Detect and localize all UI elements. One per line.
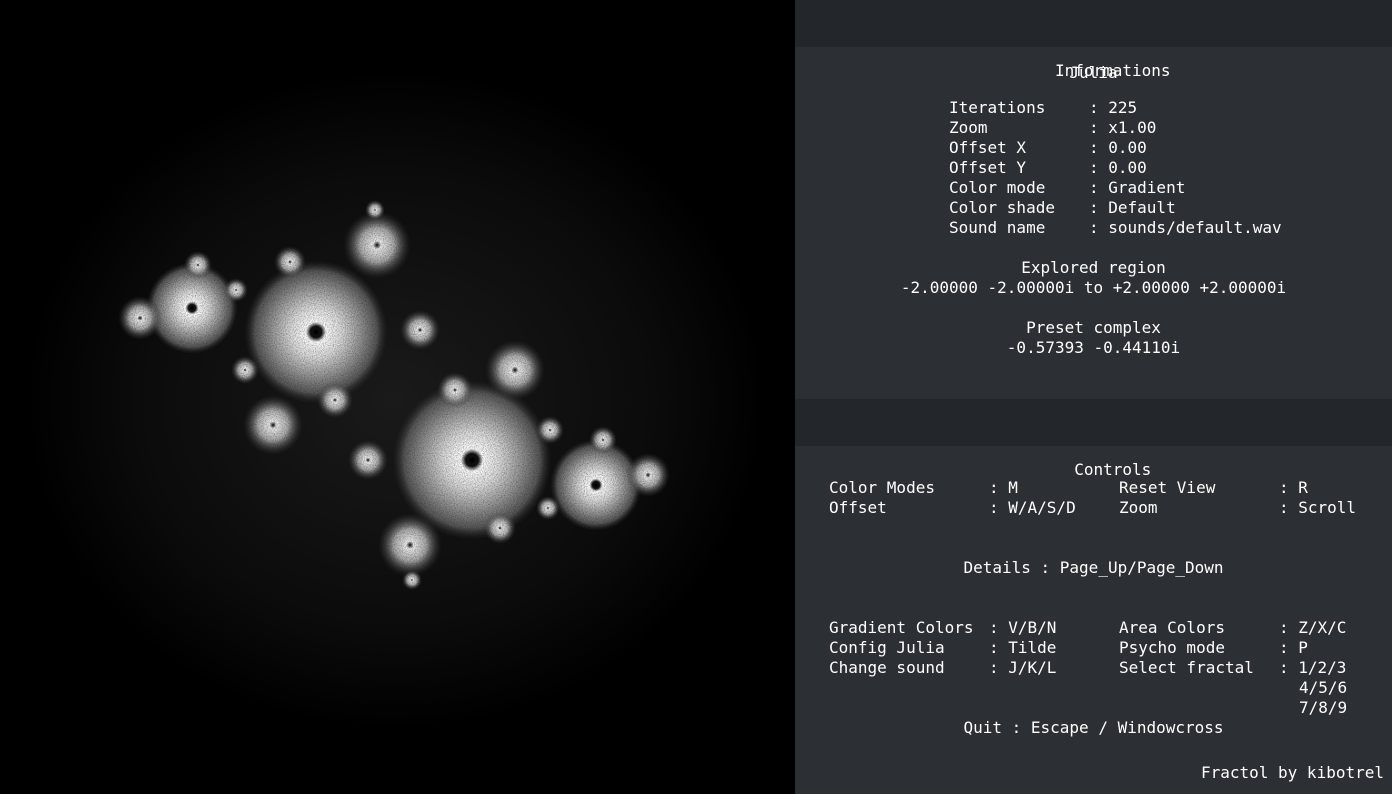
fractal-bulb <box>231 356 259 384</box>
control-gradient-colors-value: V/B/N <box>1008 618 1057 637</box>
fractal-bulb <box>485 340 545 400</box>
control-gradient-colors-label: Gradient Colors <box>829 618 974 637</box>
control-quit: Quit : Escape / Windowcross <box>963 718 1224 737</box>
controls-title: Controls <box>1074 460 1152 479</box>
info-panel: Informations Julia Iterations : 225 Zoom : … <box>795 0 1392 794</box>
control-psycho-mode-label: Psycho mode <box>1119 638 1225 657</box>
fractal-canvas[interactable] <box>0 0 795 794</box>
informations-header: Informations <box>795 0 1392 80</box>
fractal-bulb <box>378 513 442 577</box>
footer-credit: Fractol by kibotrel <box>1200 763 1384 782</box>
control-change-sound-value: J/K/L <box>1008 658 1057 677</box>
fractal-bulb <box>536 496 560 520</box>
explored-region-title: Explored region <box>1021 258 1166 277</box>
control-config-julia-key: : Tilde <box>989 638 1057 657</box>
control-config-julia-label: Config Julia <box>829 638 945 657</box>
info-row-value-text: 0.00 <box>1108 158 1147 177</box>
fractal-bulb <box>274 246 306 278</box>
controls-header: Controls <box>795 399 1392 479</box>
control-offset-value: W/A/S/D <box>1008 498 1076 517</box>
control-offset-key: : W/A/S/D <box>989 498 1076 517</box>
explored-region-value: -2.00000 -2.00000i to +2.00000 +2.00000i <box>900 278 1287 297</box>
info-row-value: : 0.00 <box>1089 138 1147 157</box>
control-select-fractal-key: : 1/2/3 <box>1279 658 1347 677</box>
info-row-value: : x1.00 <box>1089 118 1157 137</box>
control-config-julia-value: Tilde <box>1008 638 1057 657</box>
control-change-sound-key: : J/K/L <box>989 658 1057 677</box>
fractal-bulb <box>348 440 388 480</box>
fractal-bulb <box>400 310 440 350</box>
fractal-bulb <box>317 382 353 418</box>
fractal-bulb <box>343 211 411 279</box>
control-area-colors-value: Z/X/C <box>1298 618 1347 637</box>
fractal-bulb <box>626 453 670 497</box>
info-row-value-text: Default <box>1108 198 1176 217</box>
fractal-bulb <box>550 439 642 531</box>
preset-complex-title: Preset complex <box>1026 318 1161 337</box>
preset-complex-value: -0.57393 -0.44110i <box>1006 338 1181 357</box>
control-area-colors-label: Area Colors <box>1119 618 1225 637</box>
control-psycho-mode-key: : P <box>1279 638 1308 657</box>
info-row-label: Color mode <box>949 178 1046 197</box>
info-row-label: Iterations <box>949 98 1046 117</box>
fractal-bulb <box>243 395 303 455</box>
control-color-modes-key: : M <box>989 478 1018 497</box>
control-zoom-key: : Scroll <box>1279 498 1357 517</box>
control-offset-label: Offset <box>829 498 887 517</box>
info-row-value-text: 225 <box>1108 98 1138 117</box>
info-row-label: Sound name <box>949 218 1046 237</box>
control-psycho-mode-value: P <box>1298 638 1308 657</box>
info-row-label: Zoom <box>949 118 988 137</box>
info-row-value-text: x1.00 <box>1108 118 1157 137</box>
control-details: Details : Page_Up/Page_Down <box>963 558 1224 577</box>
fractal-bulb <box>437 372 473 408</box>
info-row-label: Offset X <box>949 138 1027 157</box>
control-area-colors-key: : Z/X/C <box>1279 618 1347 637</box>
control-reset-view-key: : R <box>1279 478 1308 497</box>
fractal-bulb <box>184 251 212 279</box>
control-zoom-label: Zoom <box>1119 498 1158 517</box>
info-row-value-text: Gradient <box>1108 178 1186 197</box>
control-select-fractal-more-1: 4/5/6 <box>1299 678 1348 697</box>
control-zoom-value: Scroll <box>1298 498 1357 517</box>
control-color-modes-value: M <box>1008 478 1018 497</box>
fractal-name: Julia <box>1069 63 1118 82</box>
control-select-fractal-value: 1/2/3 <box>1298 658 1347 677</box>
fractal-bulb <box>365 200 385 220</box>
info-row-value: : Default <box>1089 198 1176 217</box>
info-row-value-text: 0.00 <box>1108 138 1147 157</box>
fractal-bulb <box>484 512 516 544</box>
control-select-fractal-label: Select fractal <box>1119 658 1254 677</box>
fractal-bulb <box>536 416 564 444</box>
info-row-value: : Gradient <box>1089 178 1186 197</box>
info-row-value: : sounds/default.wav <box>1089 218 1282 237</box>
info-row-label: Color shade <box>949 198 1055 217</box>
control-gradient-colors-key: : V/B/N <box>989 618 1057 637</box>
info-row-value-text: sounds/default.wav <box>1108 218 1282 237</box>
fractal-bulb <box>118 296 162 340</box>
fractal-bulb <box>589 426 617 454</box>
julia-fractal-render <box>25 70 765 730</box>
fractal-bulb <box>244 260 388 404</box>
info-row-value: : 225 <box>1089 98 1138 117</box>
control-color-modes-label: Color Modes <box>829 478 935 497</box>
control-change-sound-label: Change sound <box>829 658 945 677</box>
fractal-bulb <box>402 570 422 590</box>
control-reset-view-label: Reset View <box>1119 478 1216 497</box>
info-row-label: Offset Y <box>949 158 1027 177</box>
control-select-fractal-more-2: 7/8/9 <box>1299 698 1348 717</box>
info-row-value: : 0.00 <box>1089 158 1147 177</box>
control-reset-view-value: R <box>1298 478 1308 497</box>
fractal-bulb <box>224 278 248 302</box>
